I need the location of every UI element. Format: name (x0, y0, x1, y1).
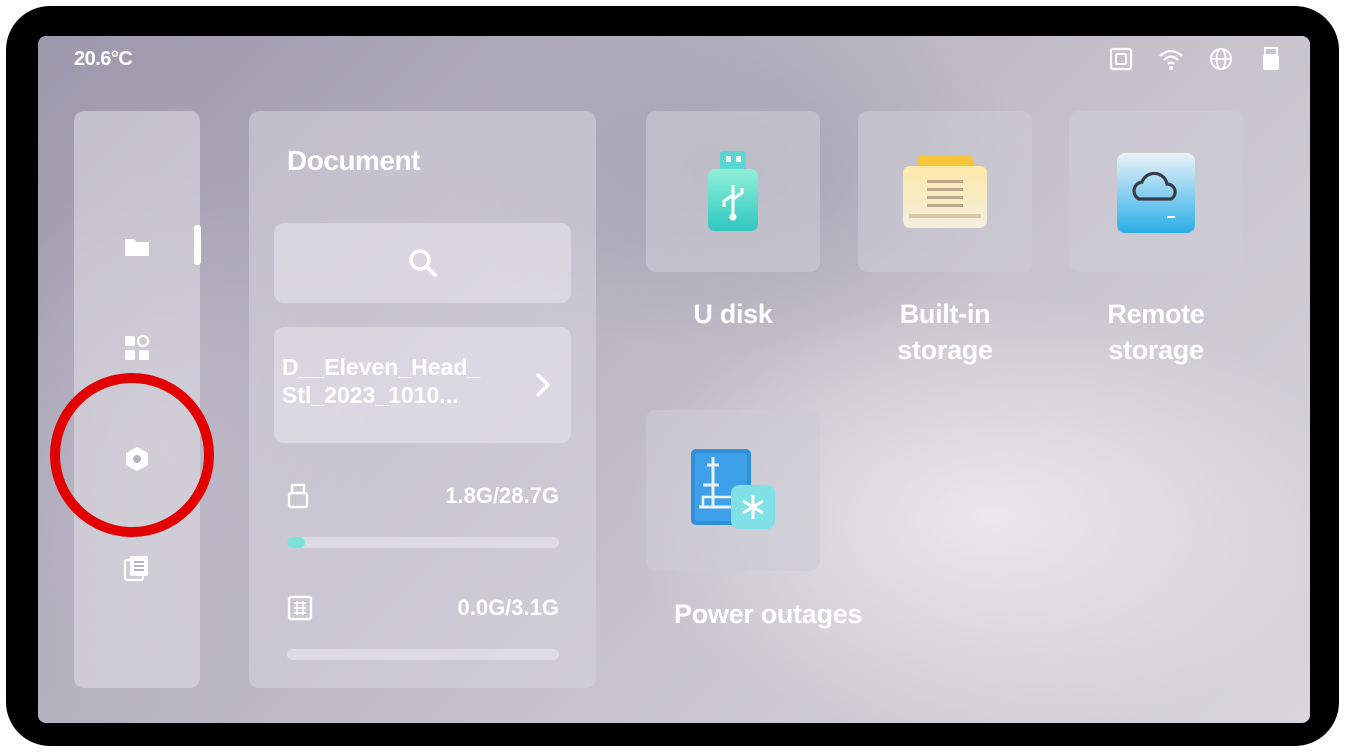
internal-storage-bar-fill (287, 649, 305, 660)
active-tab-indicator (194, 225, 201, 265)
sidebar-item-apps[interactable] (74, 318, 200, 378)
storage-icon (1108, 46, 1134, 72)
power-outage-icon (691, 448, 775, 529)
document-panel: Document D__Eleven_Head_ Stl_2023_1010..… (249, 111, 596, 688)
tile-built-in-storage[interactable] (858, 111, 1032, 272)
recent-file-item[interactable]: D__Eleven_Head_ Stl_2023_1010... (274, 327, 571, 443)
cloud-storage-icon (1117, 152, 1195, 233)
internal-storage-bar (287, 649, 559, 660)
status-icons (1108, 46, 1284, 72)
usb-storage-bar-fill (287, 537, 305, 548)
tile-built-in-storage-label: Built-in storage (897, 299, 993, 365)
usb-storage-bar (287, 537, 559, 548)
sidebar (74, 111, 200, 688)
document-stack-icon (123, 556, 148, 582)
usb-icon (1258, 46, 1284, 72)
tile-remote-storage[interactable] (1069, 111, 1243, 272)
wifi-icon (1158, 46, 1184, 72)
sidebar-item-logs[interactable] (74, 538, 200, 598)
apps-grid-icon (125, 334, 150, 360)
settings-hexagon-icon (126, 447, 148, 471)
usb-storage-value: 1.8G/28.7G (445, 483, 559, 508)
tile-u-disk-label: U disk (693, 299, 773, 329)
internal-storage-value: 0.0G/3.1G (457, 595, 559, 620)
usb-drive-icon (708, 150, 758, 231)
tile-u-disk[interactable] (646, 111, 820, 272)
tile-power-outages-label: Power outages (674, 599, 863, 629)
search-icon (408, 249, 437, 277)
folder-icon (125, 239, 149, 256)
tile-remote-storage-label: Remote storage (1107, 299, 1205, 365)
temperature-readout: 20.6°C (74, 48, 133, 70)
chip-icon (287, 595, 313, 621)
built-in-storage-icon (903, 155, 987, 228)
touch-screen: 20.6°C Document D__Eleven_Head_ Stl_2023… (38, 36, 1310, 723)
recent-file-name: D__Eleven_Head_ Stl_2023_1010... (282, 354, 481, 408)
tile-power-outages[interactable] (646, 410, 820, 571)
usb-icon (287, 483, 309, 509)
globe-icon (1208, 46, 1234, 72)
search-button[interactable] (274, 223, 571, 303)
sidebar-item-files[interactable] (74, 216, 200, 276)
sidebar-item-settings[interactable] (74, 429, 200, 489)
chevron-right-icon (536, 373, 550, 397)
panel-title: Document (287, 145, 420, 176)
